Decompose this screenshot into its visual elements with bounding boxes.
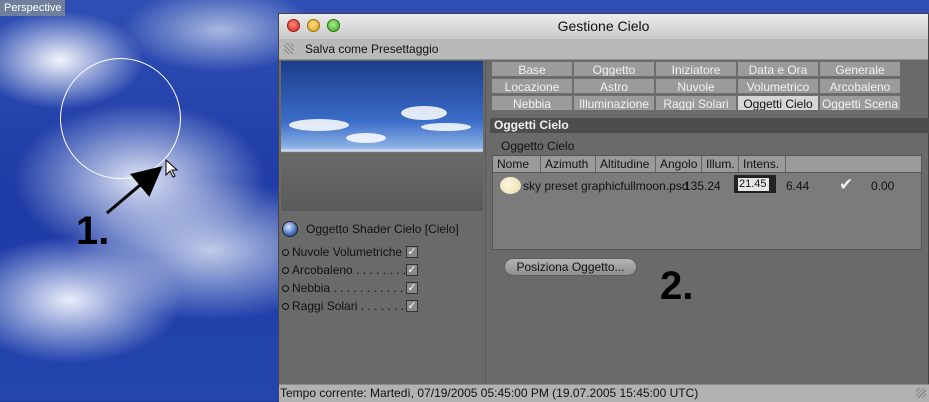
title-bar[interactable]: Gestione Cielo (279, 14, 928, 40)
option-label: Raggi Solari . . . . . . . . (292, 299, 411, 313)
sky-preview (281, 61, 483, 211)
save-preset-menu[interactable]: Salva come Presettaggio (305, 42, 438, 56)
checkbox-volumetric-clouds[interactable]: ✓ (406, 246, 418, 258)
moon-selection-circle (60, 58, 181, 179)
checkbox-fog[interactable]: ✓ (406, 282, 418, 294)
tab-nebbia[interactable]: Nebbia (491, 95, 573, 111)
tab-illuminazione[interactable]: Illuminazione (573, 95, 655, 111)
checkbox-rainbow[interactable]: ✓ (406, 264, 418, 276)
tab-locazione[interactable]: Locazione (491, 78, 573, 94)
sky-manager-window: Gestione Cielo Salva come Presettaggio O… (278, 13, 929, 402)
section-header: Oggetti Cielo (490, 118, 929, 133)
bullet-icon (282, 249, 289, 257)
tab-data-e-ora[interactable]: Data e Ora (737, 61, 819, 77)
option-rainbow[interactable]: Arcobaleno . . . . . . . . ✓ (282, 263, 418, 280)
column-header-illum[interactable]: Illum. (702, 156, 739, 172)
tab-oggetto[interactable]: Oggetto (573, 61, 655, 77)
cell-value-2: 0.00 (871, 179, 895, 193)
tab-iniziatore[interactable]: Iniziatore (655, 61, 737, 77)
column-header-intens[interactable]: Intens. (739, 156, 786, 172)
sky-objects-table: Nome Azimuth Altitudine Angolo Illum. In… (492, 155, 922, 250)
tab-astro[interactable]: Astro (573, 78, 655, 94)
intensity-value[interactable]: 21.45 (738, 178, 769, 191)
column-header-angolo[interactable]: Angolo (656, 156, 702, 172)
option-sun-rays[interactable]: Raggi Solari . . . . . . . . ✓ (282, 299, 418, 316)
checkbox-sun-rays[interactable]: ✓ (406, 300, 418, 312)
sky-sphere-icon (282, 221, 298, 237)
tab-raggi-solari[interactable]: Raggi Solari (655, 95, 737, 111)
grip-icon[interactable] (284, 43, 294, 54)
section-subheader: Oggetto Cielo (501, 139, 575, 153)
option-volumetric-clouds[interactable]: Nuvole Volumetriche ✓ (282, 245, 418, 262)
option-label: Nebbia . . . . . . . . . . . . (292, 281, 411, 295)
tab-generale[interactable]: Generale (819, 61, 901, 77)
cell-value-1: 6.44 (786, 179, 810, 193)
option-label: Nuvole Volumetriche (292, 245, 403, 259)
column-header-azimuth[interactable]: Azimuth (541, 156, 596, 172)
tab-arcobaleno[interactable]: Arcobaleno (819, 78, 901, 94)
bullet-icon (282, 285, 289, 293)
tab-bar: Base Oggetto Iniziatore Data e Ora Gener… (491, 61, 901, 111)
cell-nome: sky preset graphicfullmoon.psd (523, 179, 689, 193)
enabled-check-icon[interactable]: ✔ (839, 175, 853, 195)
status-bar: Tempo corrente: Martedì, 07/19/2005 05:4… (279, 384, 929, 402)
tab-oggetti-scena[interactable]: Oggetti Scena (819, 95, 901, 111)
annotation-number-two: 2. (660, 264, 694, 308)
annotation-number-one: 1. (76, 209, 110, 253)
table-header: Nome Azimuth Altitudine Angolo Illum. In… (493, 156, 921, 173)
viewport-label: Perspective (0, 0, 66, 16)
moon-thumbnail-icon (500, 177, 521, 194)
option-label: Arcobaleno . . . . . . . . (292, 263, 407, 277)
tab-volumetrico[interactable]: Volumetrico (737, 78, 819, 94)
resize-grip-icon[interactable] (916, 388, 926, 398)
tab-nuvole[interactable]: Nuvole (655, 78, 737, 94)
table-row[interactable]: sky preset graphicfullmoon.psd 135.24 21… (493, 174, 921, 198)
column-header-nome[interactable]: Nome (493, 156, 541, 172)
window-title: Gestione Cielo (557, 18, 650, 34)
tab-oggetti-cielo[interactable]: Oggetti Cielo (737, 95, 819, 111)
tab-base[interactable]: Base (491, 61, 573, 77)
position-object-button[interactable]: Posiziona Oggetto... (504, 258, 637, 276)
cell-angolo: 135.24 (684, 179, 721, 193)
menu-bar: Salva come Presettaggio (279, 39, 928, 60)
bullet-icon (282, 267, 289, 275)
shader-label: Oggetto Shader Cielo [Cielo] (306, 222, 459, 236)
intensity-input[interactable]: 21.45 (734, 175, 776, 193)
option-fog[interactable]: Nebbia . . . . . . . . . . . . ✓ (282, 281, 418, 298)
column-header-altitudine[interactable]: Altitudine (596, 156, 656, 172)
bullet-icon (282, 303, 289, 311)
pane-divider[interactable] (485, 61, 486, 384)
